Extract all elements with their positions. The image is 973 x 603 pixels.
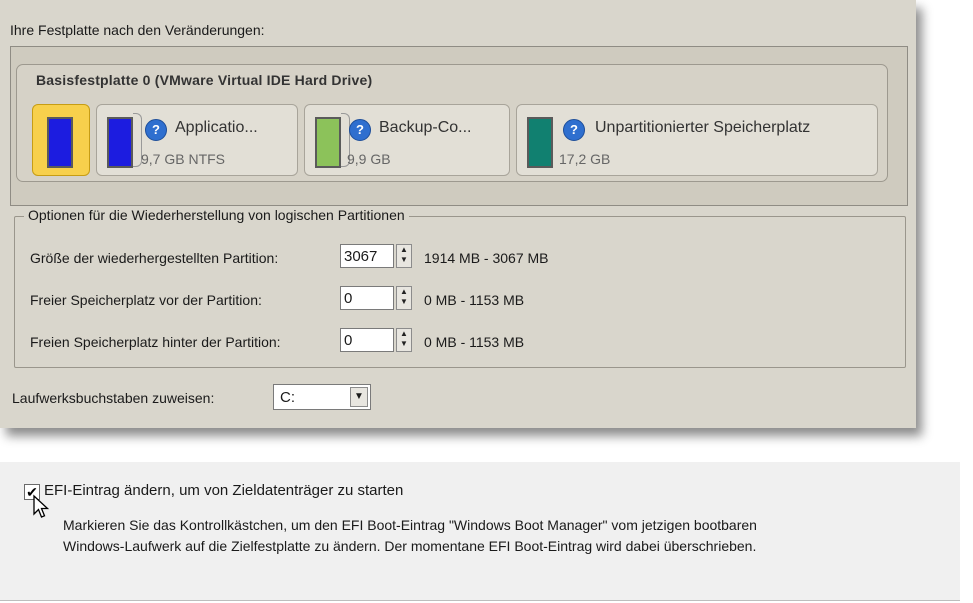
efi-description: Markieren Sie das Kontrollkästchen, um d… — [63, 515, 943, 557]
partition-color-bar — [107, 117, 133, 168]
partition-size: 9,9 GB — [347, 151, 391, 167]
drive-letter-label: Laufwerksbuchstaben zuweisen: — [12, 390, 215, 406]
free-after-input[interactable]: 0 — [340, 328, 394, 352]
free-before-range: 0 MB - 1153 MB — [424, 292, 525, 308]
spinner-arrows-icon[interactable]: ▲ ▼ — [396, 286, 412, 310]
help-icon[interactable]: ? — [563, 119, 585, 141]
spinner-arrows-icon[interactable]: ▲ ▼ — [396, 244, 412, 268]
partition-size: 17,2 GB — [559, 151, 611, 167]
mouse-pointer-icon — [33, 494, 50, 518]
efi-checkbox-label[interactable]: EFI-Eintrag ändern, um von Zieldatenträg… — [44, 482, 403, 499]
partition-size: 9,7 GB NTFS — [141, 151, 226, 167]
free-after-spinner[interactable]: 0 ▲ ▼ — [340, 328, 412, 354]
free-before-spinner[interactable]: 0 ▲ ▼ — [340, 286, 412, 312]
size-input[interactable]: 3067 — [340, 244, 394, 268]
partition-name: Backup-Co... — [379, 119, 472, 136]
disk-name: Basisfestplatte 0 (VMware Virtual IDE Ha… — [36, 72, 373, 88]
size-label: Größe der wiederhergestellten Partition: — [30, 250, 279, 266]
free-after-label: Freien Speicherplatz hinter der Partitio… — [30, 334, 281, 350]
help-icon[interactable]: ? — [145, 119, 167, 141]
efi-description-line-1: Markieren Sie das Kontrollkästchen, um d… — [63, 517, 757, 533]
partition-selected[interactable] — [32, 104, 90, 176]
free-before-label: Freier Speicherplatz vor der Partition: — [30, 292, 262, 308]
options-legend: Optionen für die Wiederherstellung von l… — [24, 207, 409, 223]
partition-backup[interactable]: ? Backup-Co... 9,9 GB — [304, 104, 510, 176]
partition-name: Unpartitionierter Speicherplatz — [595, 119, 811, 136]
size-spinner[interactable]: 3067 ▲ ▼ — [340, 244, 412, 270]
chevron-down-icon[interactable]: ▼ — [350, 387, 368, 407]
free-before-input[interactable]: 0 — [340, 286, 394, 310]
partition-unallocated[interactable]: ? Unpartitionierter Speicherplatz 17,2 G… — [516, 104, 878, 176]
drive-letter-value: C: — [280, 389, 295, 406]
size-range: 1914 MB - 3067 MB — [424, 250, 549, 266]
free-after-range: 0 MB - 1153 MB — [424, 334, 525, 350]
partition-name: Applicatio... — [175, 119, 258, 136]
partition-color-bar — [315, 117, 341, 168]
partition-color-bar — [47, 117, 73, 168]
help-icon[interactable]: ? — [349, 119, 371, 141]
partition-color-bar — [527, 117, 553, 168]
drive-letter-select[interactable]: C: ▼ — [273, 384, 371, 410]
spinner-arrows-icon[interactable]: ▲ ▼ — [396, 328, 412, 352]
efi-description-line-2: Windows-Laufwerk auf die Zielfestplatte … — [63, 538, 757, 554]
panel-title: Ihre Festplatte nach den Veränderungen: — [10, 22, 265, 38]
partition-applications[interactable]: ? Applicatio... 9,7 GB NTFS — [96, 104, 298, 176]
